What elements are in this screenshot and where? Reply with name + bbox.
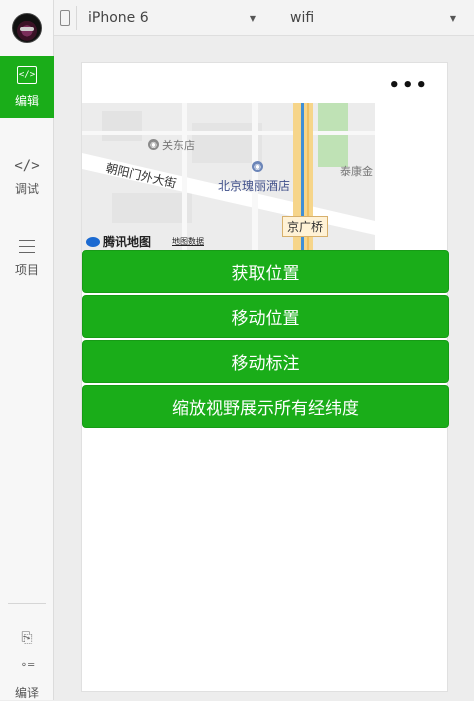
hotel-icon: ◉ bbox=[252, 161, 263, 172]
avatar[interactable] bbox=[12, 13, 42, 43]
tencent-map-icon bbox=[86, 236, 100, 247]
map-logo-text: 腾讯地图 bbox=[103, 235, 152, 249]
map-logo: 腾讯地图 bbox=[86, 233, 151, 250]
map-label-bridge: 京广桥 bbox=[282, 216, 329, 237]
sidebar: </> 编辑 </> 调试 项目 ⎘ ⚬═ 编译 bbox=[0, 0, 54, 700]
compile-settings-icon[interactable]: ⚬═ bbox=[0, 660, 54, 671]
map-label-hotel: 北京瑰丽酒店 bbox=[218, 179, 291, 193]
code-box-icon: </> bbox=[17, 65, 37, 84]
phone-simulator: ••• ◉ 关东店 朝阳门外大街 ◉ 北京瑰丽酒店 泰康金 京广桥 腾讯地图 地… bbox=[81, 62, 449, 692]
map-view[interactable]: ◉ 关东店 朝阳门外大街 ◉ 北京瑰丽酒店 泰康金 京广桥 腾讯地图 地图数据 bbox=[82, 103, 375, 251]
menu-icon bbox=[19, 240, 35, 253]
zoom-all-button[interactable]: 缩放视野展示所有经纬度 bbox=[82, 385, 449, 428]
code-icon: </> bbox=[14, 157, 40, 174]
device-icon[interactable] bbox=[60, 10, 70, 26]
toolbar-divider bbox=[76, 6, 77, 30]
map-label-taikang: 泰康金 bbox=[340, 165, 373, 178]
sidebar-divider bbox=[8, 603, 46, 604]
chevron-down-icon: ▼ bbox=[249, 13, 256, 23]
compile-icon[interactable]: ⎘ bbox=[0, 630, 54, 646]
network-select-value: wifi bbox=[290, 10, 315, 26]
compile-button[interactable]: 编译 bbox=[0, 684, 54, 701]
sidebar-item-label: 项目 bbox=[14, 263, 39, 277]
sidebar-item-label: 调试 bbox=[14, 181, 39, 196]
device-select[interactable]: iPhone 6 ▼ bbox=[88, 0, 256, 36]
sidebar-item-project[interactable]: 项目 bbox=[0, 228, 54, 290]
chevron-down-icon: ▼ bbox=[449, 13, 456, 23]
poi-icon: ◉ bbox=[148, 139, 159, 150]
get-location-button[interactable]: 获取位置 bbox=[82, 250, 449, 293]
sidebar-item-edit[interactable]: </> 编辑 bbox=[0, 56, 54, 118]
map-credit-link[interactable]: 地图数据 bbox=[172, 236, 204, 247]
move-location-button[interactable]: 移动位置 bbox=[82, 295, 449, 338]
sidebar-item-debug[interactable]: </> 调试 bbox=[0, 146, 54, 208]
map-label-guandong-store: 关东店 bbox=[162, 139, 195, 152]
network-select[interactable]: wifi ▼ bbox=[290, 0, 456, 36]
move-marker-button[interactable]: 移动标注 bbox=[82, 340, 449, 383]
more-options-icon[interactable]: ••• bbox=[388, 75, 429, 96]
sidebar-item-label: 编辑 bbox=[14, 93, 39, 108]
device-select-value: iPhone 6 bbox=[88, 10, 149, 26]
simulator-toolbar: iPhone 6 ▼ wifi ▼ bbox=[54, 0, 474, 36]
avatar-wrap[interactable] bbox=[0, 0, 54, 56]
